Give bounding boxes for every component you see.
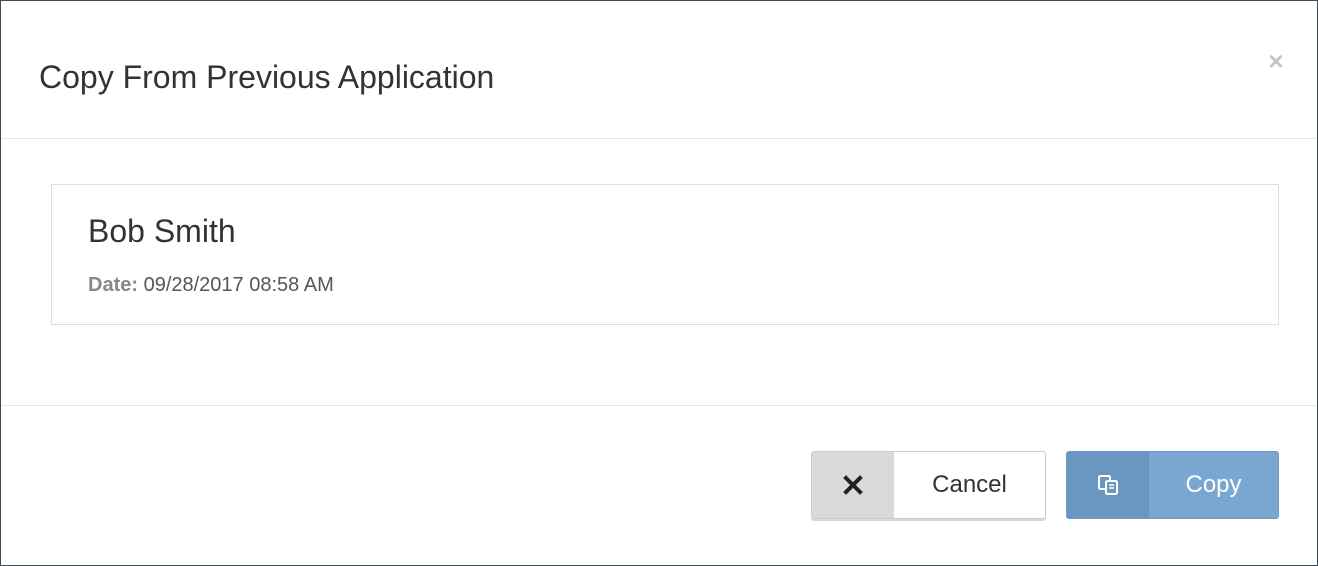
date-label: Date:	[88, 274, 139, 296]
modal-header: Copy From Previous Application ×	[1, 1, 1317, 139]
cancel-button-label: Cancel	[932, 471, 1007, 498]
modal-body: Bob Smith Date: 09/28/2017 08:58 AM	[1, 139, 1317, 405]
list-item[interactable]: Bob Smith Date: 09/28/2017 08:58 AM	[51, 184, 1279, 325]
applicant-name: Bob Smith	[88, 213, 236, 249]
date-value: 09/28/2017 08:58 AM	[143, 274, 334, 296]
copy-icon	[1067, 452, 1149, 518]
cancel-button[interactable]: Cancel	[811, 451, 1046, 519]
modal-footer: Cancel Copy	[1, 405, 1317, 566]
modal-title: Copy From Previous Application	[39, 59, 495, 95]
close-icon[interactable]: ×	[1263, 45, 1289, 77]
copy-button[interactable]: Copy	[1066, 451, 1279, 519]
copy-button-label: Copy	[1185, 471, 1242, 498]
times-icon	[812, 452, 894, 518]
copy-application-modal: Copy From Previous Application × Bob Smi…	[0, 0, 1318, 566]
application-date: Date: 09/28/2017 08:58 AM	[88, 273, 334, 297]
